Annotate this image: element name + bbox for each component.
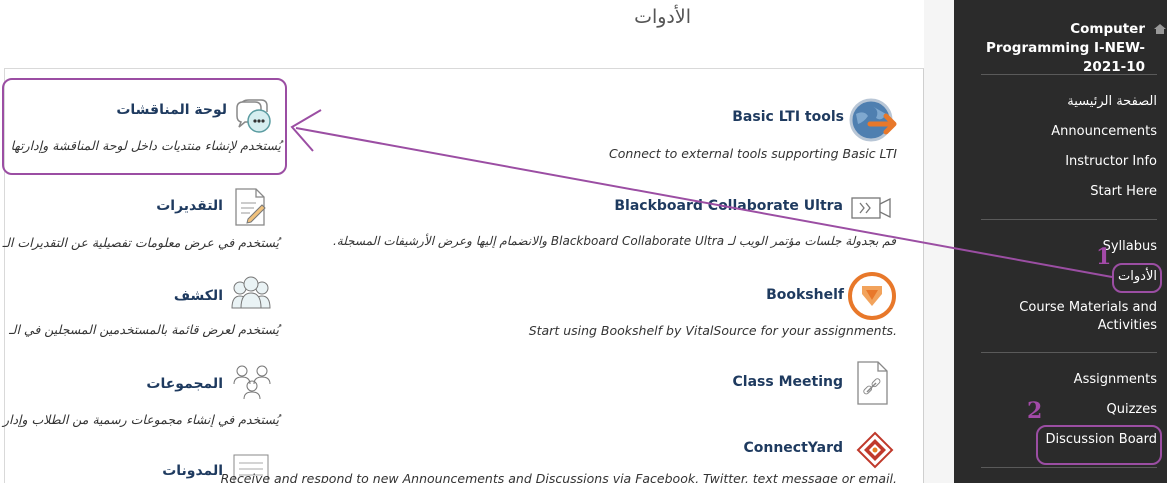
scroll-gutter bbox=[924, 0, 954, 483]
tool-title[interactable]: المجموعات bbox=[146, 376, 223, 392]
menu-divider bbox=[981, 219, 1157, 220]
tool-title[interactable]: ConnectYard bbox=[743, 440, 843, 456]
sidebar-item-instructor-info[interactable]: Instructor Info bbox=[1065, 154, 1157, 169]
tool-title[interactable]: التقديرات bbox=[156, 198, 223, 214]
sidebar-item-quizzes[interactable]: Quizzes bbox=[1106, 402, 1157, 417]
tool-class-meeting[interactable]: Class Meeting bbox=[300, 360, 900, 420]
tool-description: قم بجدولة جلسات مؤتمر الويب لـ Blackboar… bbox=[332, 234, 896, 248]
highlight-tools-menu bbox=[1112, 263, 1162, 293]
tool-description: Receive and respond to new Announcements… bbox=[220, 471, 897, 483]
video-camera-icon bbox=[850, 196, 892, 224]
tool-description: يُستخدم في إنشاء مجموعات رسمية من الطلاب… bbox=[2, 412, 279, 427]
page-title: الأدوات bbox=[634, 6, 691, 28]
tool-title[interactable]: الكشف bbox=[174, 288, 223, 304]
bookshelf-logo-icon bbox=[846, 270, 898, 326]
tool-title[interactable]: Bookshelf bbox=[766, 287, 844, 303]
sidebar-item-course-materials[interactable]: Course Materials and Activities bbox=[1007, 299, 1157, 335]
annotation-number-1: 1 bbox=[1096, 244, 1112, 270]
highlight-discussion-board-menu bbox=[1036, 425, 1162, 465]
tool-description: يُستخدم في عرض معلومات تفصيلية عن التقدي… bbox=[2, 235, 279, 250]
sidebar-item-announcements[interactable]: Announcements bbox=[1051, 124, 1157, 139]
document-pencil-icon bbox=[234, 187, 268, 231]
tool-basic-lti[interactable]: Basic LTI tools Connect to external tool… bbox=[300, 94, 900, 164]
tool-title[interactable]: Class Meeting bbox=[733, 374, 843, 390]
highlight-discussion-tool bbox=[2, 78, 287, 175]
course-title[interactable]: Computer Programming I-NEW-2021-10 bbox=[965, 20, 1145, 77]
sidebar-item-home[interactable]: الصفحة الرئيسية bbox=[1067, 94, 1157, 109]
tool-bookshelf[interactable]: Bookshelf Start using Bookshelf by Vital… bbox=[300, 270, 900, 340]
tool-description: Start using Bookshelf by VitalSource for… bbox=[528, 323, 897, 338]
menu-divider bbox=[981, 467, 1157, 468]
connectyard-logo-icon bbox=[856, 431, 894, 473]
tool-title[interactable]: Blackboard Collaborate Ultra bbox=[614, 198, 843, 214]
annotation-number-2: 2 bbox=[1027, 398, 1043, 424]
menu-divider bbox=[981, 74, 1157, 75]
tool-title[interactable]: المدونات bbox=[162, 463, 223, 479]
tool-roster[interactable]: الكشف يُستخدم لعرض قائمة بالمستخدمين الم… bbox=[0, 272, 285, 342]
tool-description: يُستخدم لعرض قائمة بالمستخدمين المسجلين … bbox=[8, 322, 279, 337]
tool-collaborate-ultra[interactable]: Blackboard Collaborate Ultra قم بجدولة ج… bbox=[300, 188, 900, 258]
sidebar-item-start-here[interactable]: Start Here bbox=[1090, 184, 1157, 199]
sidebar-item-assignments[interactable]: Assignments bbox=[1074, 372, 1157, 387]
document-link-icon bbox=[856, 360, 890, 410]
globe-icon bbox=[846, 96, 898, 148]
tool-grades[interactable]: التقديرات يُستخدم في عرض معلومات تفصيلية… bbox=[0, 184, 285, 254]
tool-title[interactable]: Basic LTI tools bbox=[732, 109, 844, 125]
menu-divider bbox=[981, 352, 1157, 353]
tool-connectyard[interactable]: ConnectYard Receive and respond to new A… bbox=[221, 430, 900, 483]
users-group-icon bbox=[230, 274, 272, 318]
home-icon[interactable] bbox=[1153, 20, 1167, 34]
course-sidebar: Computer Programming I-NEW-2021-10 الصفح… bbox=[954, 0, 1167, 483]
tool-description: Connect to external tools supporting Bas… bbox=[609, 146, 897, 161]
tool-groups[interactable]: المجموعات يُستخدم في إنشاء مجموعات رسمية… bbox=[0, 362, 285, 432]
groups-icon bbox=[230, 362, 274, 406]
main-content: الأدوات لوحة المناقشات يُستخدم لإنشاء من… bbox=[0, 0, 940, 483]
